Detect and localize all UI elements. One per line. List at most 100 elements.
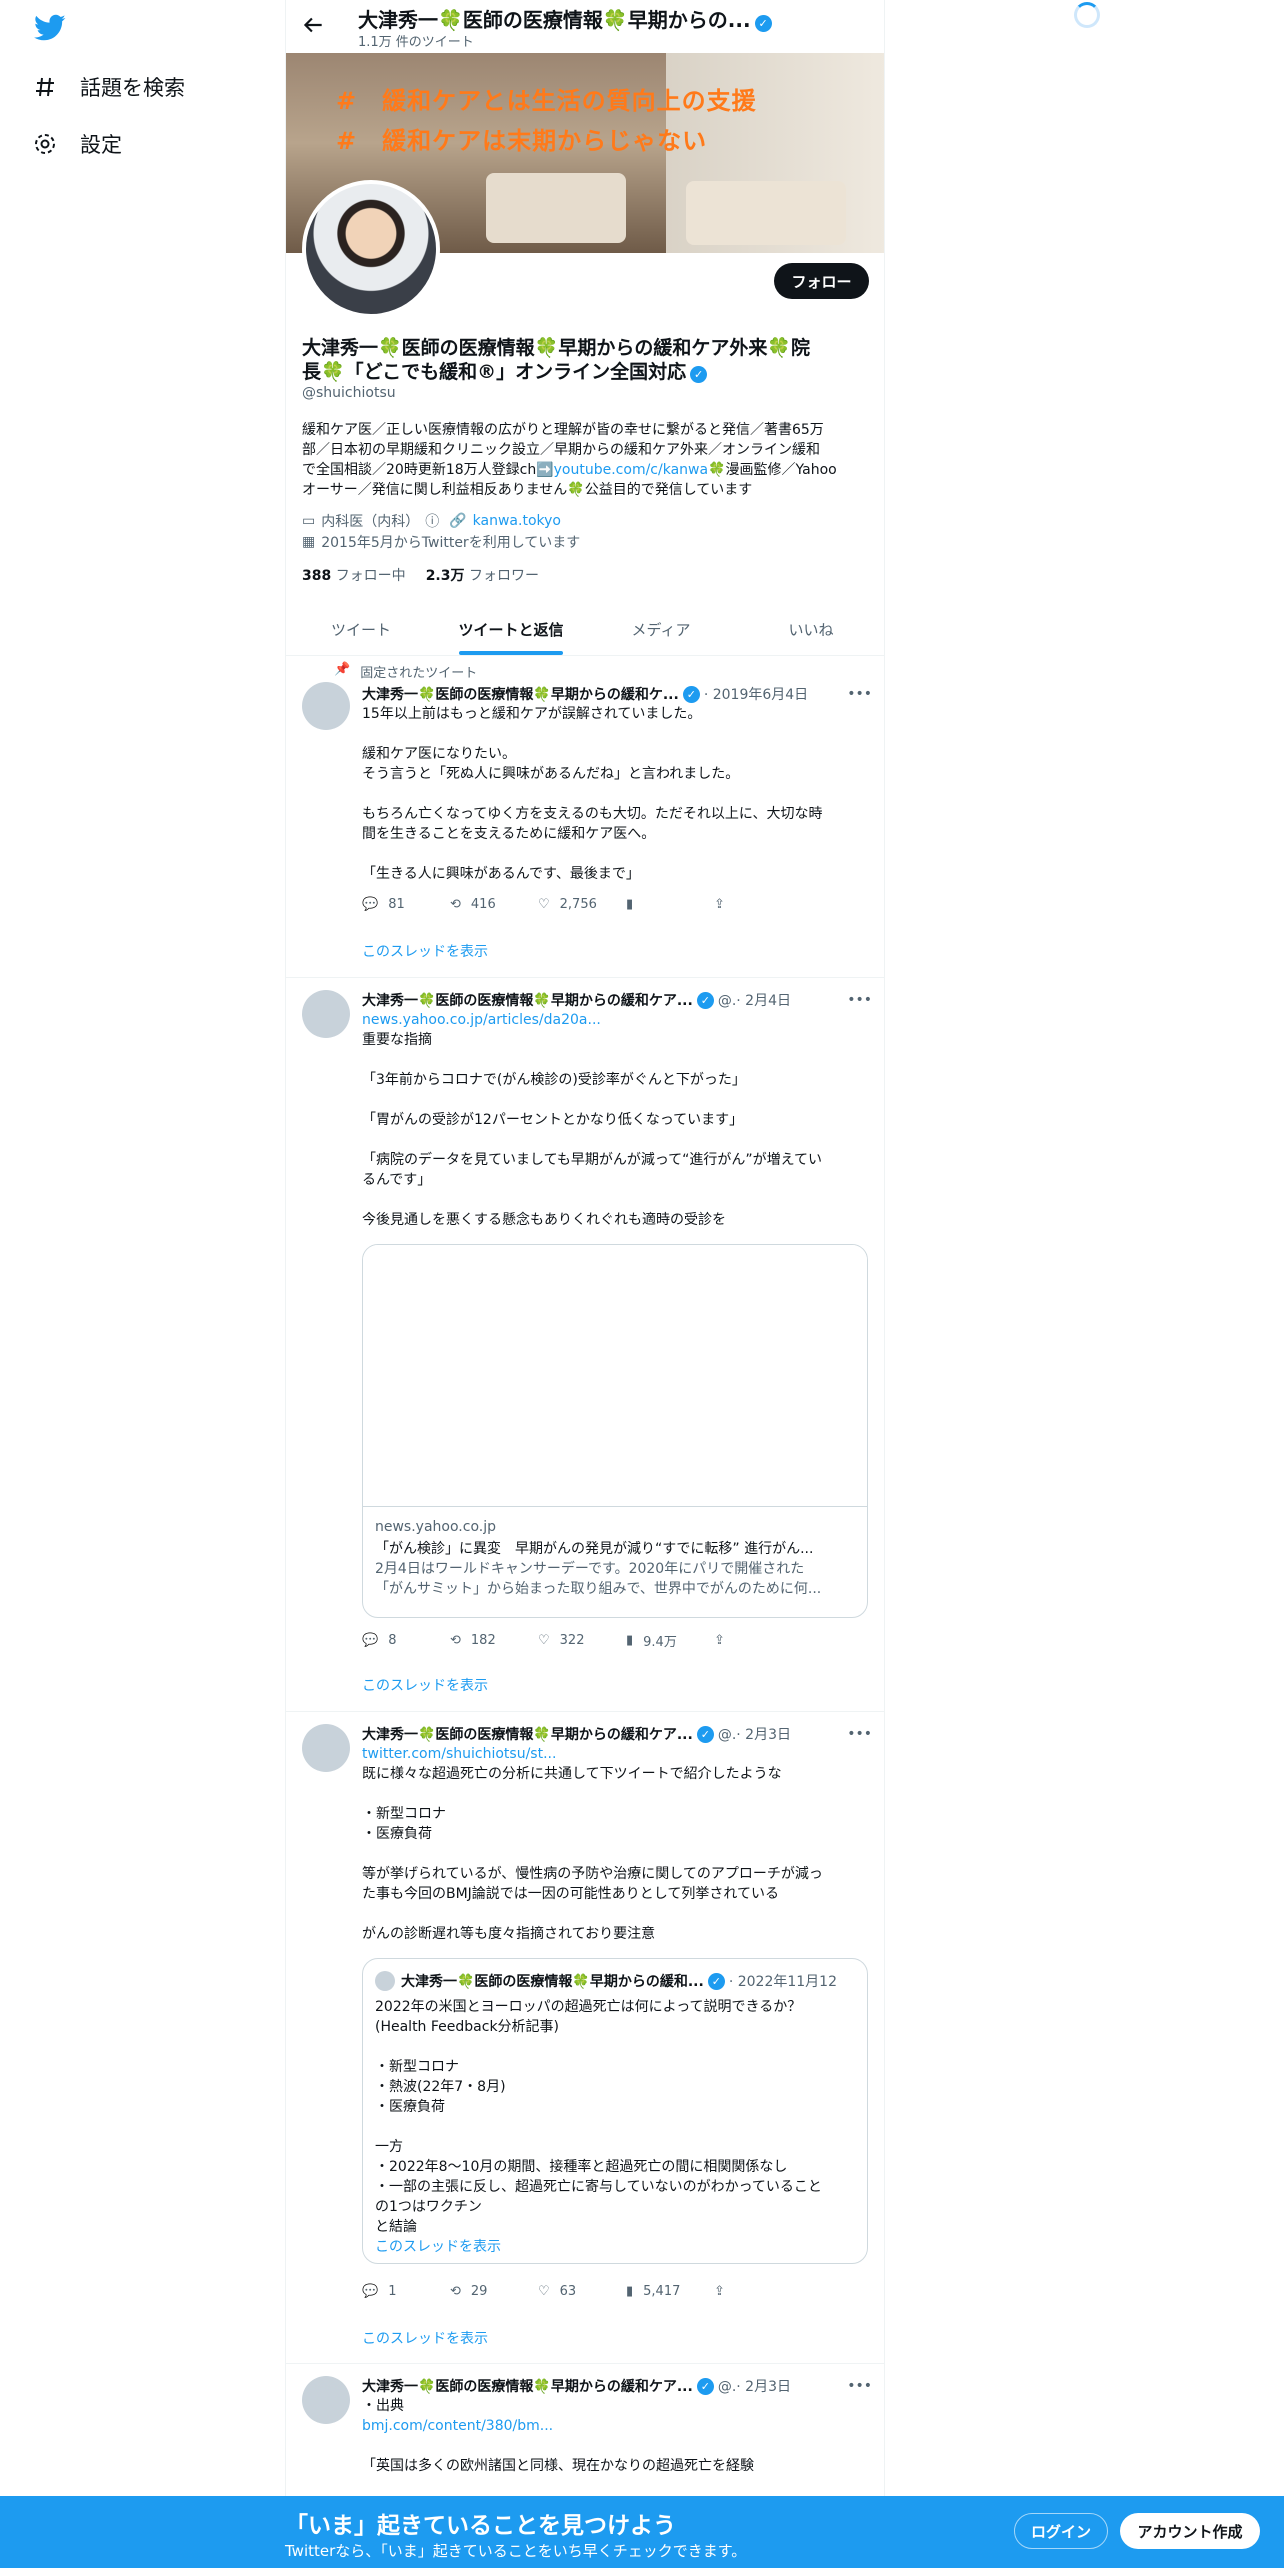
verified-badge-icon: ✓ [696, 2377, 714, 2395]
share-icon: ⇪ [714, 1633, 725, 1648]
like-button[interactable]: ♡ 2,756 [538, 897, 626, 912]
hashtag-icon [32, 74, 58, 100]
signup-prompt-headline: 「いま」起きていることを見つけよう [285, 2513, 676, 2539]
more-icon[interactable]: ••• [847, 1726, 872, 1742]
heart-icon: ♡ [538, 2284, 550, 2299]
more-icon[interactable]: ••• [847, 2378, 872, 2394]
nav-settings[interactable]: 設定 [32, 122, 122, 166]
analytics-button[interactable]: ▮ 5,417 [626, 2284, 714, 2299]
nav-explore[interactable]: 話題を検索 [32, 65, 185, 109]
profile-tabs: ツイート ツイートと返信 メディア いいね [286, 603, 884, 656]
analytics-icon: ▮ [626, 1633, 634, 1648]
card-domain: news.yahoo.co.jp [375, 1519, 496, 1535]
retweet-icon: ⟲ [450, 2284, 461, 2299]
tweet[interactable]: 大津秀一🍀医師の医療情報🍀早期からの緩和ケア... ✓ @.· 2月3日 ••• … [286, 1712, 884, 2364]
signup-button[interactable]: アカウント作成 [1120, 2513, 1260, 2549]
calendar-icon: ▦ [302, 534, 316, 550]
verified-badge-icon: ✓ [696, 1725, 714, 1743]
share-button[interactable]: ⇪ [714, 2284, 802, 2299]
show-thread-link[interactable]: このスレッドを表示 [362, 941, 488, 961]
profile-joined: ▦ 2015年5月からTwitterを利用しています [302, 534, 581, 551]
tab-media[interactable]: メディア [586, 603, 736, 655]
tweet-header: 大津秀一🍀医師の医療情報🍀早期からの緩和ケア... ✓ @.· 2月3日 ••• [362, 1725, 872, 1743]
link-card-image [363, 1245, 867, 1507]
retweet-icon: ⟲ [450, 1633, 461, 1648]
tweet-link[interactable]: twitter.com/shuichiotsu/st... [362, 1744, 872, 1764]
bio-link[interactable]: youtube.com/c/kanwa [554, 462, 708, 478]
tweet-link[interactable]: bmj.com/content/380/bm... [362, 2416, 872, 2436]
tab-likes[interactable]: いいね [736, 603, 884, 655]
avatar[interactable] [302, 682, 350, 730]
retweet-button[interactable]: ⟲ 182 [450, 1631, 538, 1650]
profile-website[interactable]: kanwa.tokyo [473, 513, 561, 529]
quote-show-thread-link[interactable]: このスレッドを表示 [375, 2237, 855, 2257]
tweet[interactable]: 大津秀一🍀医師の医療情報🍀早期からの緩和ケア... ✓ @.· 2月4日 ••• … [286, 978, 884, 1712]
following-link[interactable]: 388 フォロー中 [302, 565, 406, 585]
tab-tweets-and-replies[interactable]: ツイートと返信 [436, 603, 586, 655]
profile-bio: 緩和ケア医／正しい医療情報の広がりと理解が皆の幸せに繋がると発信／著書65万 部… [302, 422, 837, 498]
share-button[interactable]: ⇪ [714, 897, 802, 912]
tweet-actions: 💬 8 ⟲ 182 ♡ 322 ▮ 9.4万 ⇪ [362, 1631, 802, 1650]
reply-icon: 💬 [362, 897, 379, 912]
link-card[interactable]: news.yahoo.co.jp 「がん検診」に異変 早期がんの発見が減り“すで… [362, 1244, 868, 1618]
pinned-indicator: 📌 固定されたツイート [334, 662, 478, 681]
verified-badge-icon: ✓ [754, 15, 772, 32]
verified-badge-icon: ✓ [696, 991, 714, 1009]
avatar[interactable] [302, 2376, 350, 2424]
share-icon: ⇪ [714, 2284, 725, 2299]
gear-icon [32, 131, 58, 157]
login-button[interactable]: ログイン [1014, 2513, 1108, 2549]
tweet-link[interactable]: news.yahoo.co.jp/articles/da20a... [362, 1010, 872, 1030]
quoted-tweet[interactable]: 大津秀一🍀医師の医療情報🍀早期からの緩和... ✓ · 2022年11月12 2… [362, 1958, 868, 2264]
pin-icon: 📌 [334, 662, 351, 677]
header-title: 大津秀一🍀医師の医療情報🍀早期からの... ✓ [358, 4, 858, 33]
show-thread-link[interactable]: このスレッドを表示 [362, 1675, 488, 1695]
profile-stats: 388 フォロー中 2.3万 フォロワー [302, 565, 539, 585]
avatar[interactable] [302, 990, 350, 1038]
signup-prompt-subline: Twitterなら、「いま」起きていることをいち早くチェックできます。 [285, 2542, 747, 2560]
retweet-icon: ⟲ [450, 897, 461, 912]
analytics-button[interactable]: ▮ [626, 897, 714, 912]
more-icon[interactable]: ••• [847, 992, 872, 1008]
nav-explore-label: 話題を検索 [80, 76, 185, 100]
avatar [375, 1971, 395, 1991]
left-sidebar: 話題を検索 設定 [0, 0, 285, 2568]
retweet-button[interactable]: ⟲ 416 [450, 897, 538, 912]
profile-timeline: 大津秀一🍀医師の医療情報🍀早期からの... ✓ 1.1万 件のツイート # 緩和ケ… [285, 0, 885, 2568]
followers-link[interactable]: 2.3万 フォロワー [426, 565, 539, 585]
info-icon[interactable]: ⓘ [425, 511, 439, 531]
like-button[interactable]: ♡ 322 [538, 1631, 626, 1650]
quoted-tweet-header: 大津秀一🍀医師の医療情報🍀早期からの緩和... ✓ · 2022年11月12 [375, 1971, 855, 1991]
profile-header-bar: 大津秀一🍀医師の医療情報🍀早期からの... ✓ 1.1万 件のツイート [286, 0, 884, 53]
reply-button[interactable]: 💬 1 [362, 2284, 450, 2299]
analytics-icon: ▮ [626, 897, 634, 912]
profile-category: 内科医（内科） [321, 514, 420, 530]
tweet-actions: 💬 81 ⟲ 416 ♡ 2,756 ▮ ⇪ [362, 897, 802, 912]
like-button[interactable]: ♡ 63 [538, 2284, 626, 2299]
verified-badge-icon: ✓ [682, 685, 700, 703]
reply-button[interactable]: 💬 8 [362, 1631, 450, 1650]
tab-tweets[interactable]: ツイート [286, 603, 436, 655]
loading-spinner-icon [1074, 2, 1100, 28]
twitter-logo-icon[interactable] [34, 14, 66, 42]
heart-icon: ♡ [538, 1633, 550, 1648]
share-button[interactable]: ⇪ [714, 1631, 802, 1650]
reply-button[interactable]: 💬 81 [362, 897, 450, 912]
card-description: 2月4日はワールドキャンサーデーです。2020年にパリで開催された [375, 1561, 805, 1577]
follow-button[interactable]: フォロー [774, 263, 869, 299]
tweet-actions: 💬 1 ⟲ 29 ♡ 63 ▮ 5,417 ⇪ [362, 2284, 802, 2299]
profile-name: 大津秀一🍀医師の医療情報🍀早期からの緩和ケア外来🍀院 長🍀「どこでも緩和®」オン… [302, 337, 810, 383]
avatar[interactable] [302, 1724, 350, 1772]
signup-prompt-bar: 「いま」起きていることを見つけよう Twitterなら、「いま」起きていることを… [0, 2496, 1284, 2568]
more-icon[interactable]: ••• [847, 686, 872, 702]
analytics-button[interactable]: ▮ 9.4万 [626, 1631, 714, 1650]
retweet-button[interactable]: ⟲ 29 [450, 2284, 538, 2299]
tweet-header: 大津秀一🍀医師の医療情報🍀早期からの緩和ケア... ✓ @.· 2月4日 ••• [362, 991, 872, 1009]
reply-icon: 💬 [362, 2284, 379, 2299]
profile-avatar[interactable] [302, 180, 440, 318]
profile-handle: @shuichiotsu [302, 385, 396, 401]
tweet[interactable]: 📌 固定されたツイート 大津秀一🍀医師の医療情報🍀早期からの緩和ケ... ✓ · 2… [286, 656, 884, 978]
show-thread-link[interactable]: このスレッドを表示 [362, 2328, 488, 2348]
link-icon: 🔗 [449, 513, 467, 529]
back-arrow-icon[interactable] [300, 12, 326, 38]
